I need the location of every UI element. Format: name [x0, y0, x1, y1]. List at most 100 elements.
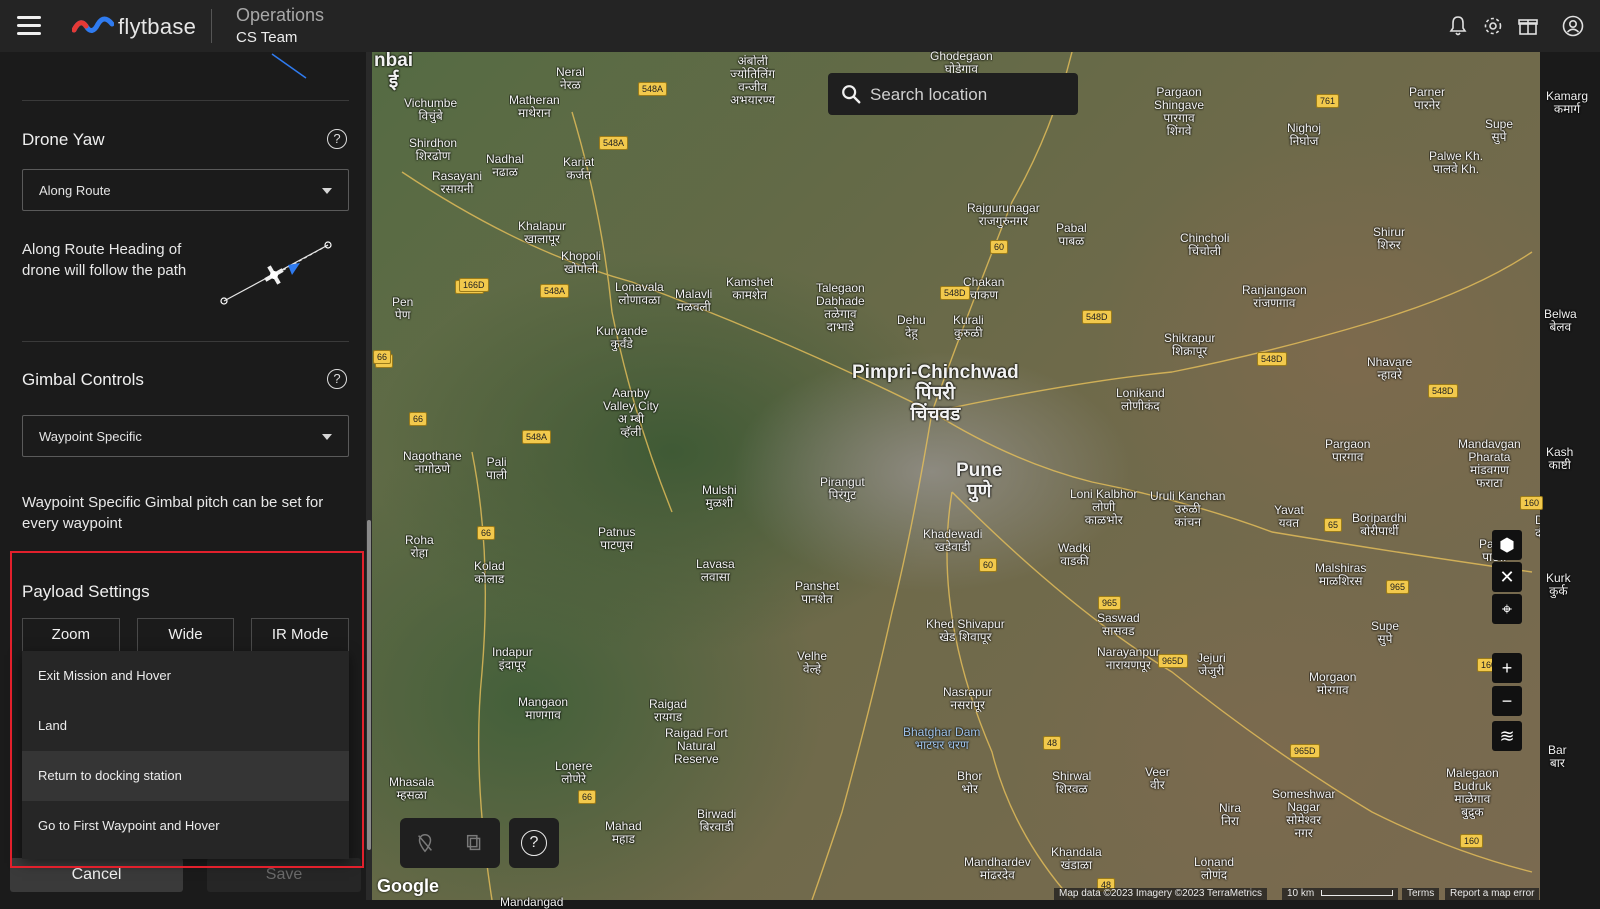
map-place-label: Bhatghar Dam भाटघर धरण [903, 726, 981, 752]
map-place-label: Pargaon Shingave पारगाव शिंगवे [1154, 86, 1205, 138]
drone-yaw-description: Along Route Heading of drone will follow… [22, 241, 187, 279]
map-place-label: Khadewadi खडेवाडी [923, 528, 983, 554]
logo[interactable]: flytbase [72, 14, 196, 40]
map-place-label: Narayanpur नारायणपूर [1097, 646, 1160, 672]
layers-icon[interactable]: ≋ [1492, 721, 1522, 751]
road-shield: 66 [409, 412, 428, 426]
tab-ir-mode[interactable]: IR Mode [251, 618, 350, 652]
drone-yaw-title: Drone Yaw [22, 130, 105, 149]
top-bar: flytbase Operations CS Team [0, 0, 1600, 52]
menu-item-return-to-docking-station[interactable]: Return to docking station [22, 751, 349, 801]
menu-item-exit-mission-and-hover[interactable]: Exit Mission and Hover [22, 651, 349, 701]
menu-item-go-to-first-waypoint-and-hover[interactable]: Go to First Waypoint and Hover [22, 801, 349, 851]
gear-icon[interactable] [1481, 14, 1505, 38]
map-place-label: Pen पेण [392, 296, 414, 322]
map-place-label: Khandala खंडाळा [1051, 846, 1102, 872]
team-name[interactable]: CS Team [236, 29, 297, 46]
map-place-label: Veer वीर [1145, 766, 1170, 792]
pin-off-icon[interactable] [414, 832, 436, 854]
help-icon: ? [521, 830, 547, 856]
page-title: Operations [236, 5, 325, 25]
report-map-error-link[interactable]: Report a map error [1445, 888, 1540, 900]
map-tools-group [400, 818, 500, 868]
flytbase-logo-icon [72, 16, 114, 33]
map-place-label: Daurदौंड [1535, 514, 1540, 540]
zoom-out-button[interactable]: − [1492, 686, 1522, 716]
map-place-label: Khopoli खोपोली [561, 250, 602, 276]
map-place-label: Kurk कुर्क [1546, 572, 1571, 598]
gift-icon[interactable] [1516, 14, 1540, 38]
map-place-label: Pune पुणे [956, 460, 1003, 502]
map-place-label: Kamshet कामशेत [726, 276, 774, 302]
map-place-label: Lavasa लवासा [696, 558, 735, 584]
bell-icon[interactable] [1446, 14, 1470, 38]
divider [22, 100, 349, 101]
road-shield: 965 [1386, 580, 1410, 594]
drone-yaw-select[interactable]: Along Route [22, 169, 349, 211]
map-place-label: Pirangut पिरंगुट [820, 476, 865, 502]
map-place-label: Morgaon मोरगाव [1309, 671, 1357, 697]
search-placeholder: Search location [870, 85, 988, 104]
road-shield: 965 [1098, 596, 1122, 610]
road-shield: 548A [522, 430, 552, 444]
terms-link[interactable]: Terms [1402, 888, 1440, 900]
menu-icon[interactable] [17, 16, 41, 36]
map-place-label: Nighoj निघोज [1287, 122, 1322, 148]
map-place-label: Ranjangaon रांजणगाव [1242, 284, 1307, 310]
map-place-label: Uruli Kanchan उरुळी कांचन [1150, 490, 1226, 529]
map-scale[interactable]: 10 km [1282, 888, 1399, 900]
copy-icon[interactable] [464, 832, 486, 854]
road-shield: 548A [540, 284, 570, 298]
map-place-label: Khed Shivapur खेड शिवापूर [926, 618, 1005, 644]
google-logo: Google [377, 876, 439, 896]
dropdown-menu: Exit Mission and Hover Land Return to do… [22, 651, 349, 859]
3d-view-icon[interactable]: ⬢ [1492, 530, 1522, 560]
road-shield: 60 [979, 558, 998, 572]
road-shield: 548D [1082, 310, 1112, 324]
map-place-label: Pali पाली [486, 456, 508, 482]
drone-yaw-help-icon[interactable]: ? [327, 129, 347, 149]
map-scale-label: 10 km [1287, 888, 1315, 899]
my-location-icon[interactable]: ⌖ [1492, 594, 1522, 624]
zoom-in-button[interactable]: + [1492, 653, 1522, 683]
map-place-label: Wadki वाडकी [1058, 542, 1091, 568]
map-place-label: Nagothane नागोठणे [403, 450, 462, 476]
drone-yaw-selected-value: Along Route [39, 183, 111, 198]
map-place-label: Neral नेरळ [556, 66, 585, 92]
road-shield: 65 [1324, 518, 1343, 532]
gimbal-controls-select[interactable]: Waypoint Specific [22, 415, 349, 457]
fullscreen-icon[interactable]: ✕ [1492, 562, 1522, 592]
map-place-label: nbai ई [374, 50, 414, 92]
save-button[interactable]: Save [207, 858, 361, 892]
map-data-attribution: Map data ©2023 Imagery ©2023 TerraMetric… [1054, 888, 1267, 900]
cancel-button[interactable]: Cancel [10, 858, 183, 892]
chevron-down-icon [322, 188, 332, 194]
menu-item-land[interactable]: Land [22, 701, 349, 751]
payload-settings-title: Payload Settings [22, 582, 150, 601]
account-icon[interactable] [1561, 14, 1585, 38]
map-place-label: Shirur शिरुर [1373, 226, 1406, 252]
map-place-label: Yavat यवत [1274, 504, 1304, 530]
map-place-label: Kurali कुरुळी [953, 314, 984, 340]
map-place-label: Chincholi चिंचोली [1180, 232, 1230, 258]
road-shield: 66 [578, 790, 597, 804]
tab-wide[interactable]: Wide [136, 618, 235, 652]
map-place-label: Mulshi मुळशी [702, 484, 737, 510]
map-place-label: Raigad Fort Natural Reserve [665, 727, 728, 766]
panel-scrollbar-thumb[interactable] [367, 520, 371, 850]
map-place-label: Parner पारनेर [1409, 86, 1446, 112]
map-edge [1540, 52, 1600, 900]
map-place-label: Malavli मळवली [675, 288, 713, 314]
road-shield: 60 [990, 240, 1009, 254]
help-tool-button[interactable]: ? [509, 818, 559, 868]
map-place-label: Rajgurunagar राजगुरुनगर [967, 202, 1040, 228]
map-place-label: Aamby Valley City अ म्बी व्हॅली [603, 387, 659, 439]
gimbal-controls-title: Gimbal Controls [22, 370, 144, 389]
search-location-input[interactable]: Search location [828, 73, 1078, 115]
tab-zoom[interactable]: Zoom [22, 618, 120, 652]
road-shield: 965D [1290, 744, 1320, 758]
gimbal-help-icon[interactable]: ? [327, 369, 347, 389]
map-place-label: Malegaon Budruk माळेगाव बुद्रुक [1446, 767, 1499, 819]
map-place-label: Pargaon पारगाव [1325, 438, 1371, 464]
road-shield: 965D [1158, 654, 1188, 668]
